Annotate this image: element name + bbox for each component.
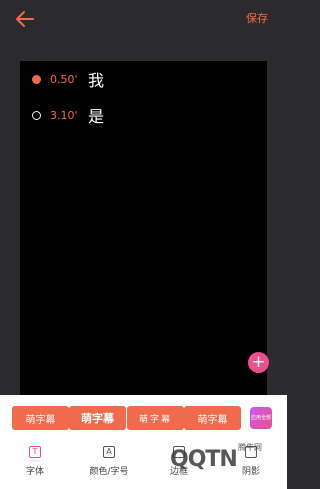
color-size-icon: A bbox=[103, 446, 115, 458]
tab-font[interactable]: T 字体 bbox=[23, 446, 47, 477]
save-button[interactable]: 保存 bbox=[246, 10, 268, 26]
watermark-brand: QQTN bbox=[170, 447, 238, 472]
font-icon: T bbox=[29, 446, 41, 458]
lyric-row[interactable]: 0.50' 我 bbox=[32, 69, 105, 90]
arrow-left-icon[interactable] bbox=[14, 8, 36, 30]
style-chip[interactable]: 萌字幕 bbox=[12, 406, 69, 430]
tab-color-size[interactable]: A 颜色/字号 bbox=[86, 446, 132, 477]
lyric-text: 是 bbox=[88, 107, 105, 126]
tab-label: 字体 bbox=[25, 467, 44, 477]
subtitle-style-strip: 萌字幕 萌字幕 萌字幕 萌字幕 应用全部 bbox=[0, 395, 287, 440]
lyric-time: 0.50' bbox=[50, 72, 78, 86]
tab-label: 颜色/字号 bbox=[89, 467, 129, 477]
lyric-preview-canvas: 0.50' 我 3.10' 是 bbox=[20, 61, 267, 395]
style-chip[interactable]: 萌字幕 bbox=[69, 406, 126, 430]
watermark-logo: QQTN 腾牛网 bbox=[140, 440, 287, 489]
header: 保存 bbox=[0, 0, 287, 38]
lyric-row[interactable]: 3.10' 是 bbox=[32, 105, 105, 126]
style-chip[interactable]: 萌字幕 bbox=[184, 406, 241, 430]
watermark-small-text: 腾牛网 bbox=[238, 443, 262, 452]
apply-all-button[interactable]: 应用全部 bbox=[250, 407, 272, 429]
lyric-unselected-dot-icon[interactable] bbox=[32, 110, 41, 120]
add-lyric-button[interactable]: + bbox=[248, 352, 269, 373]
style-chip[interactable]: 萌字幕 bbox=[127, 406, 184, 430]
lyric-text: 我 bbox=[88, 71, 105, 90]
lyric-selected-dot-icon[interactable] bbox=[32, 74, 41, 84]
lyric-time: 3.10' bbox=[50, 108, 78, 122]
